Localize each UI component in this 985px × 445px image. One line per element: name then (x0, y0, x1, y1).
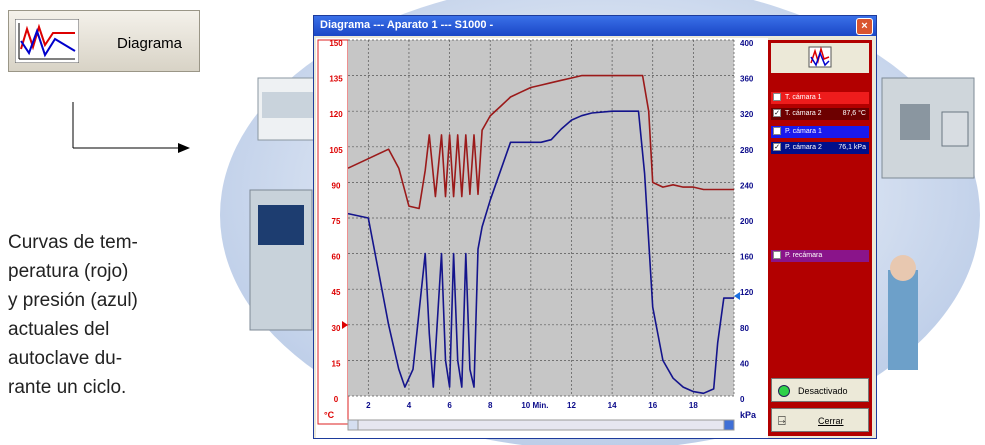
channel-panel: T. cámara 1 ✓ T. cámara 2 87,6 °C P. cámara … (768, 40, 872, 436)
tick-label: 60 (332, 253, 341, 262)
tick-label: 2 (366, 401, 371, 410)
tick-label: 0 (334, 395, 339, 404)
channel-row[interactable]: ✓ P. cámara 2 76,1 kPa (771, 142, 869, 154)
caption-line: peratura (rojo) (8, 261, 129, 282)
mini-chart-icon (808, 46, 832, 68)
tick-label: 150 (329, 39, 343, 48)
window-title: Diagrama --- Aparato 1 --- S1000 - (320, 19, 494, 31)
tick-label: 120 (740, 288, 754, 297)
caption-line: actuales del (8, 319, 110, 340)
tick-label: 160 (740, 253, 754, 262)
channel-row[interactable]: T. cámara 1 (771, 92, 869, 104)
status-led-icon (778, 385, 790, 397)
caption-line: autoclave du- (8, 348, 123, 369)
window-titlebar: Diagrama --- Aparato 1 --- S1000 - × (314, 16, 876, 36)
tick-label: 6 (447, 401, 452, 410)
tick-label: 30 (332, 324, 341, 333)
channel-name: P. cámara 2 (785, 144, 822, 151)
caption: Curvas de tem- peratura (rojo) y presión… (8, 228, 188, 402)
channel-name: P. cámara 1 (785, 128, 822, 135)
channel-checkbox[interactable]: ✓ (773, 143, 781, 151)
tick-label: 4 (407, 401, 412, 410)
tick-label: 105 (329, 146, 343, 155)
channel-name: T. cámara 2 (785, 110, 822, 117)
tick-label: 200 (740, 217, 754, 226)
caption-line: y presión (azul) (8, 290, 138, 311)
panel-chart-badge[interactable] (771, 43, 869, 73)
exit-door-icon: ⍈ (778, 413, 786, 428)
channel-name: T. cámara 1 (785, 94, 822, 101)
scrollbar-left-arrow[interactable] (347, 419, 359, 431)
tick-label: 240 (740, 181, 754, 190)
tick-label: 320 (740, 110, 754, 119)
tick-label: 10 Min. (521, 401, 548, 410)
channel-value: 76,1 kPa (838, 144, 866, 151)
scrollbar-right-arrow[interactable] (723, 419, 735, 431)
tick-label: 40 (740, 359, 749, 368)
right-axis-unit: kPa (740, 410, 757, 420)
close-button-label: Cerrar (818, 416, 844, 426)
status-toggle[interactable]: Desactivado (771, 378, 869, 402)
left-axis-unit: °C (324, 410, 335, 420)
status-label: Desactivado (798, 386, 848, 396)
process-chart: 1501351201059075604530150400360320280240… (316, 38, 768, 438)
diagram-window: Diagrama --- Aparato 1 --- S1000 - × 150… (313, 15, 877, 439)
tick-label: 80 (740, 324, 749, 333)
tick-label: 12 (567, 401, 576, 410)
close-button[interactable]: ⍈ Cerrar (771, 408, 869, 432)
tick-label: 14 (608, 401, 617, 410)
tick-label: 75 (332, 217, 341, 226)
tick-label: 8 (488, 401, 493, 410)
channel-value: 87,6 °C (842, 110, 866, 117)
channel-row[interactable]: P. cámara 1 (771, 126, 869, 138)
tick-label: 280 (740, 146, 754, 155)
tick-label: 18 (689, 401, 698, 410)
channel-checkbox[interactable]: ✓ (773, 109, 781, 117)
horizontal-scrollbar[interactable] (347, 419, 735, 431)
tick-label: 360 (740, 75, 754, 84)
tick-label: 120 (329, 110, 343, 119)
channel-checkbox[interactable] (773, 251, 781, 259)
channel-name: P. recámara (785, 252, 823, 259)
channel-checkbox[interactable] (773, 93, 781, 101)
window-close-button[interactable]: × (856, 18, 873, 35)
tick-label: 0 (740, 395, 745, 404)
tick-label: 400 (740, 39, 754, 48)
tick-label: 90 (332, 181, 341, 190)
caption-line: Curvas de tem- (8, 232, 138, 253)
tick-label: 135 (329, 75, 343, 84)
tick-label: 15 (332, 359, 341, 368)
channel-checkbox[interactable] (773, 127, 781, 135)
channel-row[interactable]: P. recámara (771, 250, 869, 262)
tick-label: 45 (332, 288, 341, 297)
caption-line: rante un ciclo. (8, 377, 127, 398)
channel-row[interactable]: ✓ T. cámara 2 87,6 °C (771, 108, 869, 120)
tick-label: 16 (648, 401, 657, 410)
